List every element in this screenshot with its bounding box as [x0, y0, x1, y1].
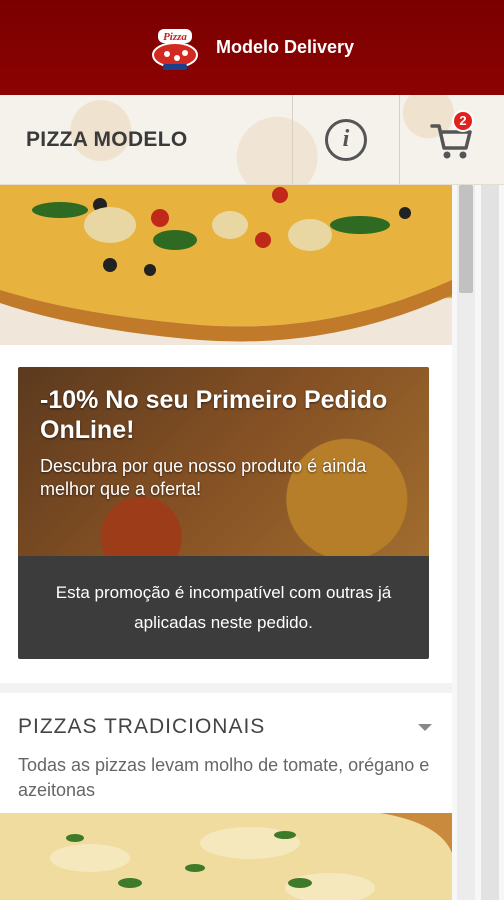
- promo-banner[interactable]: -10% No seu Primeiro Pedido OnLine! Desc…: [18, 367, 429, 659]
- menu-scroll-area[interactable]: -10% No seu Primeiro Pedido OnLine! Desc…: [0, 185, 452, 900]
- scrollbar-thumb[interactable]: [459, 185, 473, 293]
- menu-item-image[interactable]: [0, 813, 452, 900]
- hero-pizza-image: [0, 185, 452, 345]
- cart-button[interactable]: 2: [399, 95, 504, 184]
- promo-notice: Esta promoção é incompatível com outras …: [18, 556, 429, 659]
- outer-scrollbar-track[interactable]: [481, 185, 499, 900]
- category-title: PIZZAS TRADICIONAIS: [18, 715, 266, 738]
- app-header: Pizza Modelo Delivery: [0, 0, 504, 95]
- pizza-logo: Pizza: [151, 28, 198, 70]
- category-description: Todas as pizzas levam molho de tomate, o…: [18, 755, 430, 800]
- promo-title: -10% No seu Primeiro Pedido OnLine!: [40, 386, 388, 444]
- promo-image-area: -10% No seu Primeiro Pedido OnLine! Desc…: [18, 367, 429, 556]
- svg-text:Pizza: Pizza: [163, 31, 187, 43]
- promo-description: Descubra por que nosso produto é ainda m…: [40, 456, 367, 499]
- store-name: PIZZA MODELO: [26, 127, 188, 151]
- app-brand-title: Modelo Delivery: [215, 37, 355, 57]
- info-button[interactable]: i: [292, 95, 399, 184]
- promo-section: -10% No seu Primeiro Pedido OnLine! Desc…: [0, 345, 452, 683]
- chevron-down-icon[interactable]: [418, 723, 432, 731]
- cart-icon: 2: [430, 109, 474, 162]
- category-pizzas-tradicionais[interactable]: PIZZAS TRADICIONAIS Todas as pizzas leva…: [0, 683, 452, 813]
- store-toolbar: PIZZA MODELO i 2: [0, 95, 504, 185]
- info-icon: i: [325, 118, 367, 161]
- cart-count-badge: 2: [452, 109, 474, 132]
